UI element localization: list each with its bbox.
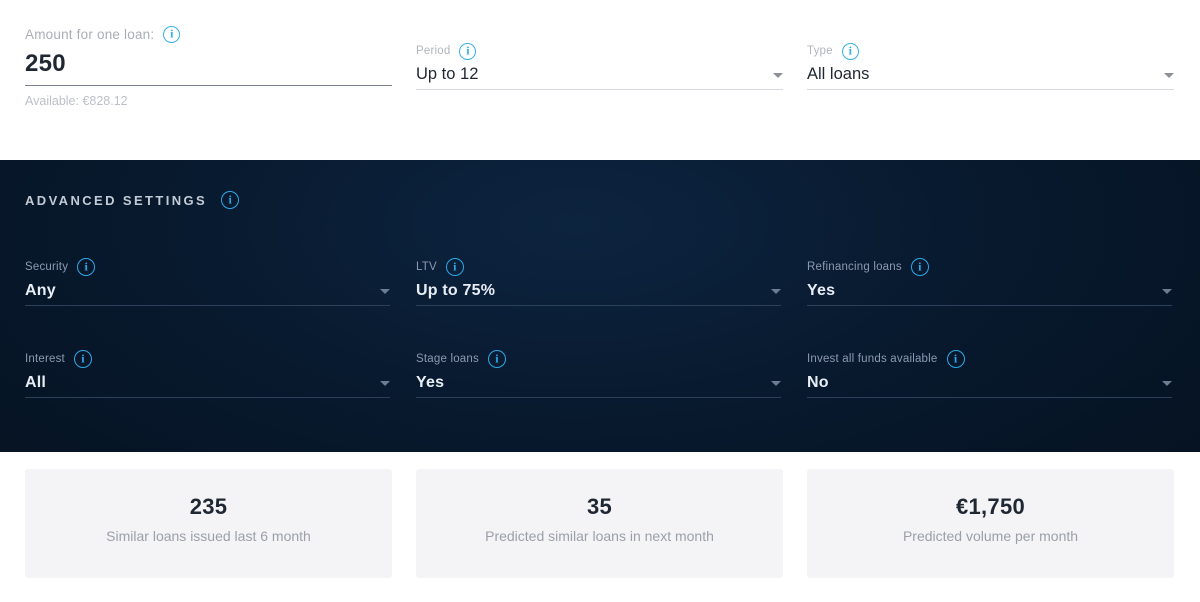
ltv-underline: [416, 305, 781, 306]
stat-value: 235: [189, 494, 228, 519]
chevron-down-icon[interactable]: [380, 381, 390, 386]
advanced-settings-panel: ADVANCED SETTINGS i Security i Any LTV i…: [0, 160, 1200, 452]
refinancing-selected-value: Yes: [807, 282, 836, 299]
ltv-label-row: LTV i: [416, 258, 781, 276]
type-select[interactable]: All loans: [807, 65, 1174, 84]
stat-card-similar-issued: 235 Similar loans issued last 6 month: [25, 469, 392, 578]
chevron-down-icon[interactable]: [1162, 381, 1172, 386]
info-icon[interactable]: i: [163, 25, 181, 43]
stat-caption: Similar loans issued last 6 month: [106, 528, 311, 545]
info-icon[interactable]: i: [841, 42, 859, 60]
period-label-row: Period i: [416, 42, 783, 60]
field-ltv[interactable]: LTV i Up to 75%: [416, 258, 781, 306]
refinancing-underline: [807, 305, 1172, 306]
amount-underline: [25, 85, 392, 86]
ltv-label: LTV: [416, 261, 437, 273]
info-icon[interactable]: i: [445, 258, 464, 276]
investment-settings-page: Amount for one loan: i 250 Available: €8…: [0, 0, 1200, 602]
stat-caption: Predicted similar loans in next month: [485, 528, 714, 545]
info-icon[interactable]: i: [487, 350, 506, 368]
info-icon[interactable]: i: [459, 42, 477, 60]
info-icon[interactable]: i: [77, 258, 96, 276]
interest-underline: [25, 397, 390, 398]
info-icon[interactable]: i: [73, 350, 92, 368]
invest-all-underline: [807, 397, 1172, 398]
stat-caption: Predicted volume per month: [902, 528, 1079, 545]
amount-available-helper: Available: €828.12: [25, 94, 128, 108]
interest-selected-value: All: [25, 374, 47, 391]
amount-input-value[interactable]: 250: [25, 50, 392, 78]
advanced-settings-title: ADVANCED SETTINGS: [25, 192, 208, 208]
interest-select[interactable]: All: [25, 374, 390, 392]
chevron-down-icon[interactable]: [773, 73, 783, 78]
refinancing-select[interactable]: Yes: [807, 282, 1172, 300]
refinancing-label: Refinancing loans: [807, 261, 902, 273]
type-label-row: Type i: [807, 42, 1174, 60]
info-icon[interactable]: i: [946, 350, 965, 368]
security-label: Security: [25, 261, 69, 273]
stage-loans-select[interactable]: Yes: [416, 374, 781, 392]
type-label: Type: [807, 45, 833, 57]
chevron-down-icon[interactable]: [771, 381, 781, 386]
stat-card-predicted-loans: 35 Predicted similar loans in next month: [416, 469, 783, 578]
security-label-row: Security i: [25, 258, 390, 276]
invest-all-label-row: Invest all funds available i: [807, 350, 1172, 368]
field-refinancing-loans[interactable]: Refinancing loans i Yes: [807, 258, 1172, 306]
field-stage-loans[interactable]: Stage loans i Yes: [416, 350, 781, 398]
stage-loans-label: Stage loans: [416, 353, 479, 365]
invest-all-selected-value: No: [807, 374, 829, 391]
period-select[interactable]: Up to 12: [416, 65, 783, 84]
ltv-selected-value: Up to 75%: [416, 282, 496, 299]
security-select[interactable]: Any: [25, 282, 390, 300]
security-selected-value: Any: [25, 282, 56, 299]
period-underline: [416, 89, 783, 90]
stat-value: 35: [586, 494, 613, 519]
type-selected-value: All loans: [807, 65, 870, 83]
field-interest[interactable]: Interest i All: [25, 350, 390, 398]
advanced-settings-header: ADVANCED SETTINGS i: [25, 191, 240, 209]
field-type[interactable]: Type i All loans: [807, 42, 1174, 90]
chevron-down-icon[interactable]: [1162, 289, 1172, 294]
security-underline: [25, 305, 390, 306]
amount-label: Amount for one loan:: [25, 26, 155, 42]
stage-loans-underline: [416, 397, 781, 398]
stat-card-predicted-volume: €1,750 Predicted volume per month: [807, 469, 1174, 578]
period-selected-value: Up to 12: [416, 65, 479, 83]
field-security[interactable]: Security i Any: [25, 258, 390, 306]
chevron-down-icon[interactable]: [380, 289, 390, 294]
stage-loans-selected-value: Yes: [416, 374, 445, 391]
primary-settings-section: Amount for one loan: i 250 Available: €8…: [0, 0, 1200, 160]
chevron-down-icon[interactable]: [1164, 73, 1174, 78]
invest-all-label: Invest all funds available: [807, 353, 938, 365]
stage-loans-label-row: Stage loans i: [416, 350, 781, 368]
interest-label-row: Interest i: [25, 350, 390, 368]
invest-all-select[interactable]: No: [807, 374, 1172, 392]
field-invest-all-funds[interactable]: Invest all funds available i No: [807, 350, 1172, 398]
type-underline: [807, 89, 1174, 90]
statistics-cards: 235 Similar loans issued last 6 month 35…: [0, 469, 1200, 579]
refinancing-label-row: Refinancing loans i: [807, 258, 1172, 276]
period-label: Period: [416, 45, 451, 57]
field-amount-for-one-loan[interactable]: Amount for one loan: i 250 Available: €8…: [25, 25, 392, 108]
ltv-select[interactable]: Up to 75%: [416, 282, 781, 300]
amount-label-row: Amount for one loan: i: [25, 25, 392, 43]
interest-label: Interest: [25, 353, 65, 365]
field-period[interactable]: Period i Up to 12: [416, 42, 783, 90]
info-icon[interactable]: i: [221, 191, 240, 209]
info-icon[interactable]: i: [910, 258, 929, 276]
chevron-down-icon[interactable]: [771, 289, 781, 294]
stat-value: €1,750: [955, 494, 1026, 519]
